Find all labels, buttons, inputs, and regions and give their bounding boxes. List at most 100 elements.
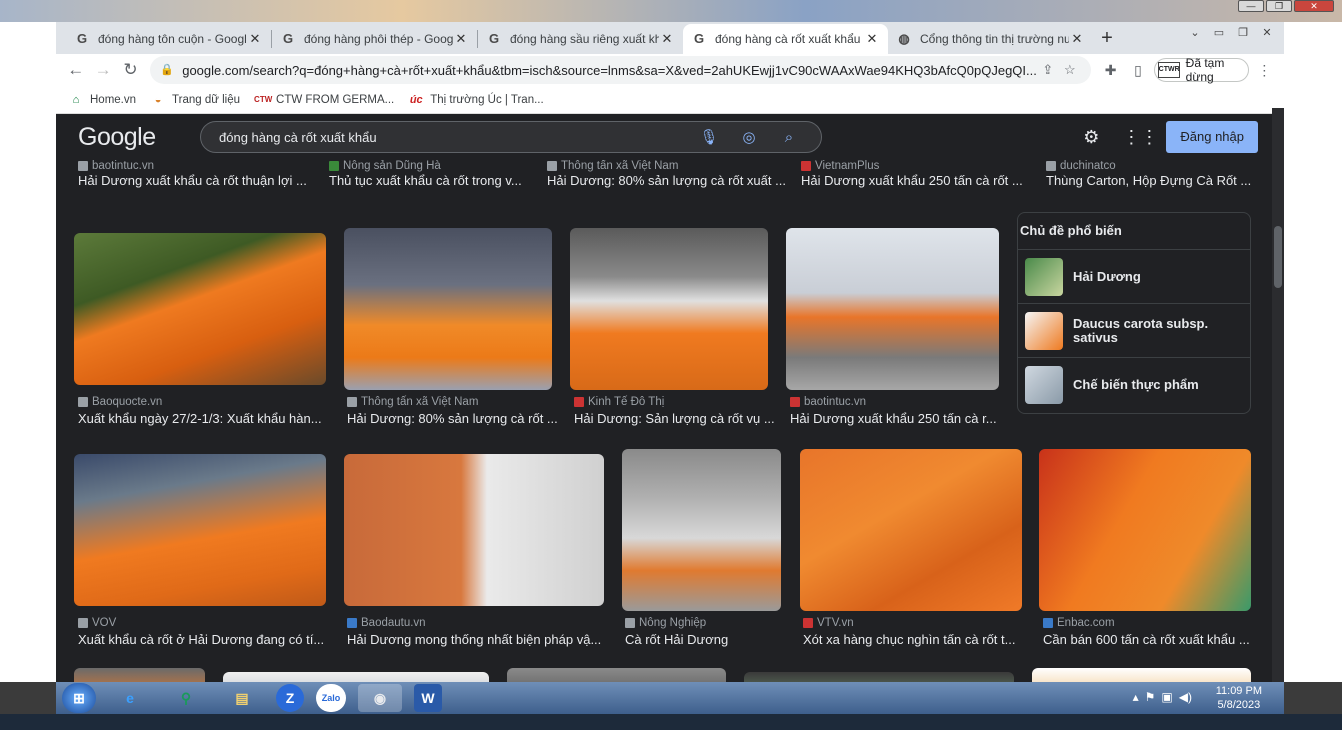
vov-carrot-workers-image[interactable] [74,454,326,606]
forward-button[interactable]: → [91,56,114,84]
close-window-button[interactable]: ✕ [1294,0,1334,12]
sign-in-button[interactable]: Đăng nhập [1166,121,1258,153]
result-image-partial[interactable] [223,672,489,682]
result-source[interactable]: VietnamPlus [801,160,879,172]
extensions-icon[interactable]: ✚ [1099,62,1122,79]
bookmark-trang-du-lieu[interactable]: ◒ Trang dữ liệu [150,92,240,108]
carrot-sorting-image[interactable] [570,228,768,390]
result-caption[interactable]: Xuất khẩu cà rốt ở Hải Dương đang có tí.… [78,632,328,647]
network-icon[interactable]: ▣ [1161,690,1172,704]
truck-loading-image[interactable] [786,228,999,390]
taskbar-ie[interactable]: e [108,684,152,712]
flag-icon[interactable]: ⚑ [1145,690,1156,704]
apps-grid-icon[interactable]: ⋮⋮ [1122,127,1158,148]
volume-icon[interactable]: ◀) [1179,690,1192,704]
result-caption[interactable]: Thùng Carton, Hộp Đựng Cà Rốt ... [1046,173,1256,188]
cold-storage-image[interactable] [344,454,604,606]
taskbar-zalo[interactable]: Zalo [316,684,346,712]
tab-cong-thong-tin[interactable]: ◍ Cổng thông tin thị trường nươ ✕ [888,24,1093,54]
taskbar-chrome[interactable]: ◉ [358,684,402,712]
result-caption[interactable]: Xót xa hàng chục nghìn tấn cà rốt t... [803,632,1023,647]
microphone-icon[interactable]: 🎙 [689,128,729,146]
close-icon[interactable]: ✕ [1258,26,1276,40]
result-source[interactable]: Enbac.com [1043,617,1115,629]
tray-expand-icon[interactable]: ▴ [1133,690,1139,704]
taskbar-app[interactable]: ⚲ [164,684,208,712]
tab-close-icon[interactable]: ✕ [659,31,675,47]
restore-icon[interactable]: ▭ [1210,26,1228,40]
related-topic-che-bien[interactable]: Chế biến thực phẩm [1018,357,1250,411]
result-caption[interactable]: Thủ tục xuất khẩu cà rốt trong v... [329,173,529,188]
carrot-pile-image[interactable] [800,449,1022,611]
result-source[interactable]: duchinatco [1046,160,1116,172]
taskbar-explorer[interactable]: ▤ [220,684,264,712]
result-image-partial[interactable] [507,668,726,682]
carrots-field-image[interactable] [74,233,326,385]
result-source[interactable]: Nông sản Dũng Hà [329,160,441,172]
back-button[interactable]: ← [64,56,87,84]
bookmark-star-icon[interactable]: ☆ [1059,62,1081,78]
bookmark-home-vn[interactable]: ⌂ Home.vn [68,92,136,108]
result-image-partial[interactable] [74,668,205,682]
related-topic-hai-duong[interactable]: Hải Dương [1018,249,1250,303]
result-source[interactable]: Nông Nghiệp [625,617,706,629]
bookmark-thi-truong-uc[interactable]: úc Thị trường Úc | Tran... [408,92,544,108]
warehouse-image[interactable] [622,449,781,611]
scrollbar-thumb[interactable] [1274,226,1282,288]
lock-icon[interactable]: 🔒 [160,63,174,77]
result-caption[interactable]: Hải Dương xuất khẩu 250 tấn cà r... [790,411,1000,426]
minimize-button[interactable]: — [1238,0,1264,12]
tab-close-icon[interactable]: ✕ [1069,31,1085,47]
restore-down-icon[interactable]: ❐ [1234,26,1252,40]
search-query[interactable]: đóng hàng cà rốt xuất khẩu [219,130,689,145]
profile-button[interactable]: CTWR Đã tạm dừng [1153,56,1249,84]
tab-search-icon[interactable]: ⌄ [1186,26,1204,40]
carrot-factory-image[interactable] [344,228,552,390]
maximize-button[interactable]: ❐ [1266,0,1292,12]
taskbar-clock[interactable]: 11:09 PM 5/8/2023 [1216,684,1262,712]
result-source[interactable]: VOV [78,617,116,629]
settings-gear-icon[interactable]: ⚙ [1078,127,1104,148]
tab-ca-rot-active[interactable]: G đóng hàng cà rốt xuất khẩu - ✕ [683,24,888,54]
result-caption[interactable]: Hải Dương mong thống nhất biện pháp vậ..… [347,632,607,647]
result-caption[interactable]: Xuất khẩu ngày 27/2-1/3: Xuất khẩu hàn..… [78,411,328,426]
menu-dots-icon[interactable]: ⋮ [1253,62,1276,79]
search-icon[interactable]: ⌕ [769,129,809,146]
new-tab-button[interactable]: + [1093,24,1121,54]
address-bar[interactable]: 🔒 google.com/search?q=đóng+hàng+cà+rốt+x… [150,56,1091,84]
tab-close-icon[interactable]: ✕ [453,31,469,47]
result-caption[interactable]: Cần bán 600 tấn cà rốt xuất khẩu ... [1043,632,1253,647]
tab-phoi-thep[interactable]: G đóng hàng phôi thép - Google ✕ [272,24,477,54]
taskbar-word[interactable]: W [414,684,442,712]
result-source[interactable]: Baoquocte.vn [78,396,162,408]
result-caption[interactable]: Hải Dương xuất khẩu cà rốt thuận lợi ... [78,173,318,188]
bookmark-ctw[interactable]: CTW CTW FROM GERMA... [254,92,394,108]
result-source[interactable]: baotintuc.vn [78,160,154,172]
tab-ton-cuon[interactable]: G đóng hàng tôn cuộn - Google ✕ [66,24,271,54]
taskbar-zalo-z[interactable]: Z [276,684,304,712]
page-scrollbar[interactable] [1272,108,1284,682]
result-source[interactable]: Thông tấn xã Việt Nam [347,396,478,408]
search-box[interactable]: đóng hàng cà rốt xuất khẩu 🎙 ◎ ⌕ [200,121,822,153]
share-icon[interactable]: ⇪ [1037,62,1059,78]
result-caption[interactable]: Hải Dương: Sản lượng cà rốt vụ ... [574,411,774,426]
reload-button[interactable]: ↻ [119,56,142,84]
start-button[interactable]: ⊞ [62,683,96,713]
side-panel-icon[interactable]: ▯ [1126,62,1149,79]
tab-close-icon[interactable]: ✕ [864,31,880,47]
result-source[interactable]: Thông tấn xã Việt Nam [547,160,678,172]
result-source[interactable]: VTV.vn [803,617,854,629]
result-caption[interactable]: Hải Dương: 80% sản lượng cà rốt ... [347,411,557,426]
related-topic-daucus[interactable]: Daucus carota subsp. sativus [1018,303,1250,357]
result-source[interactable]: baotintuc.vn [790,396,866,408]
result-image-partial[interactable] [744,672,1014,682]
result-caption[interactable]: Cà rốt Hải Dương [625,632,785,647]
lens-icon[interactable]: ◎ [729,128,769,146]
result-image-partial[interactable] [1032,668,1251,682]
tab-sau-rieng[interactable]: G đóng hàng sầu riêng xuất khẩ ✕ [478,24,683,54]
result-source[interactable]: Kinh Tế Đô Thị [574,396,664,408]
result-caption[interactable]: Hải Dương xuất khẩu 250 tấn cà rốt ... [801,173,1031,188]
result-source[interactable]: Baodautu.vn [347,617,426,629]
result-caption[interactable]: Hải Dương: 80% sản lượng cà rốt xuất ... [547,173,787,188]
google-logo[interactable]: Google [78,123,200,152]
